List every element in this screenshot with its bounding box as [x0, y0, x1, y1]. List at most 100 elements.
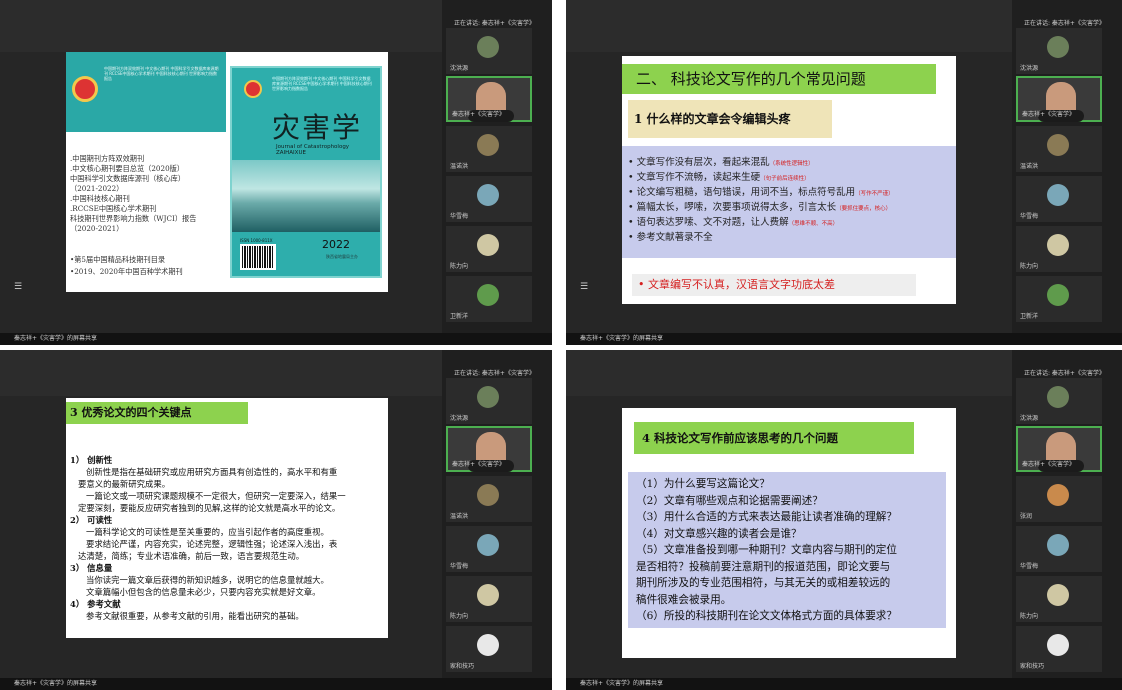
participant-tile[interactable]: 温诺洪 [446, 476, 532, 522]
bullet-text: 文章写作没有层次，看起来混乱 [636, 157, 770, 168]
issn-text: ISSN 1000-811X [240, 238, 273, 243]
shared-slide: 4 科技论文写作前应该思考的几个问题 （1）为什么要写这篇论文？ （2）文章有哪… [622, 408, 956, 658]
participant-tile[interactable]: 家和技巧 [1016, 626, 1102, 672]
menu-icon[interactable]: ☰ [14, 282, 22, 292]
index-item: （2020-2021） [70, 224, 124, 233]
participant-name: 陈力向 [450, 613, 469, 620]
bullet-note: （句子前后连续性） [760, 176, 810, 182]
participant-tile[interactable]: 华雪梅 [1016, 176, 1102, 222]
slide-title: 3 优秀论文的四个关键点 [66, 402, 248, 424]
participant-name: 家和技巧 [450, 663, 475, 670]
avatar [1047, 134, 1069, 156]
menu-icon[interactable]: ☰ [580, 282, 588, 292]
question-item: 稿件很难会被录用。 [636, 593, 732, 606]
slide-body: 1） 创新性 创新性是指在基础研究或应用研究方面具有创造性的，高水平和有重 要意义的… [70, 454, 346, 622]
section-heading: 1） 创新性 [70, 455, 113, 465]
cover-photo [232, 160, 380, 232]
participant-tile[interactable]: 沈洪源 [446, 28, 532, 74]
body-line: 要意义的最新研究成果。 [78, 479, 171, 489]
participant-name: 沈洪源 [450, 65, 469, 72]
avatar [477, 634, 499, 656]
participant-name: 华雪梅 [450, 213, 469, 220]
participant-tile[interactable]: 家和技巧 [446, 626, 532, 672]
participant-tile[interactable]: 华雪梅 [446, 176, 532, 222]
index-item: •第5届中国精品科技期刊目录 [70, 255, 166, 264]
participant-name: 华雪梅 [1020, 213, 1039, 220]
participant-tile[interactable]: 陈力向 [1016, 576, 1102, 622]
body-line: 文章篇幅小但包含的信息量未必少，只要内容充实就是好文章。 [86, 587, 321, 597]
bullet-text: 论文编写粗糙，语句错误，用词不当，标点符号乱用 [636, 187, 856, 198]
bullet-note: （思维不顺、不高） [788, 221, 839, 227]
question-item: （2）文章有哪些观点和论据需要阐述？ [636, 494, 823, 507]
question-box: （1）为什么要写这篇论文？ （2）文章有哪些观点和论据需要阐述？ （3）用什么合… [628, 472, 946, 628]
body-line: 一篇科学论文的可读性是至关重要的，应当引起作者的高度重视。 [86, 527, 329, 537]
body-line: 当你读完一篇文章后获得的新知识越多，说明它的信息量就越大。 [86, 575, 329, 585]
participant-tile-active[interactable]: 秦志祥+《灾害学》 [446, 426, 532, 472]
avatar [477, 36, 499, 58]
participant-tile[interactable]: 张润 [1016, 476, 1102, 522]
meeting-window-4: - □ × 4 科技论文写作前应该思考的几个问题 （1）为什么要写这篇论文？ （… [566, 350, 1122, 690]
participant-tile-active[interactable]: 秦志祥+《灾害学》 [446, 76, 532, 122]
avatar [477, 386, 499, 408]
participant-tile[interactable]: 温诺洪 [446, 126, 532, 172]
participant-name: 温诺洪 [1020, 163, 1039, 170]
index-item: .中文核心期刊要目总览（2020版） [70, 164, 185, 173]
participant-tile[interactable]: 陈力向 [446, 576, 532, 622]
shared-slide: 3 优秀论文的四个关键点 1） 创新性 创新性是指在基础研究或应用研究方面具有创造… [66, 398, 388, 638]
slide-title: 4 科技论文写作前应该思考的几个问题 [634, 422, 914, 454]
participant-name: 秦志祥+《灾害学》 [452, 461, 506, 468]
barcode-icon [240, 244, 276, 270]
speaking-indicator: 正在讲话: 秦志祥+《灾害学》 [1024, 370, 1105, 377]
participant-tile[interactable]: 卫新洋 [1016, 276, 1102, 322]
participant-tile-active[interactable]: 秦志祥+《灾害学》 [1016, 426, 1102, 472]
participant-tile-active[interactable]: 秦志祥+《灾害学》 [1016, 76, 1102, 122]
share-caption: 秦志祥+《灾害学》的屏幕共享 [0, 333, 552, 345]
question-item: 是否相符？投稿前要注意期刊的报道范围，即论文要与 [636, 560, 891, 573]
question-item: （3）用什么合适的方式来表达最能让读者准确的理解？ [636, 511, 897, 523]
index-list: .中国期刊方阵双效期刊 .中文核心期刊要目总览（2020版） 中国科学引文数据库… [70, 154, 196, 234]
participant-tile[interactable]: 华雪梅 [1016, 526, 1102, 572]
journal-logo-icon [72, 76, 98, 102]
participant-tile[interactable]: 沈洪源 [1016, 28, 1102, 74]
avatar [477, 484, 499, 506]
participant-name: 陈力向 [450, 263, 469, 270]
avatar [1047, 36, 1069, 58]
avatar [1047, 484, 1069, 506]
participant-name: 温诺洪 [450, 513, 469, 520]
bullet-item: • 文章写作没有层次，看起来混乱（系统性逻辑性） [628, 157, 814, 168]
participant-name: 卫新洋 [1020, 313, 1039, 320]
avatar [477, 284, 499, 306]
avatar [1047, 386, 1069, 408]
avatar [477, 134, 499, 156]
share-caption: 秦志祥+《灾害学》的屏幕共享 [566, 678, 1122, 690]
avatar [1047, 184, 1069, 206]
participant-name: 家和技巧 [1020, 663, 1045, 670]
participant-strip: 正在讲话: 秦志祥+《灾害学》 沈洪源 秦志祥+《灾害学》 温诺洪 华雪梅 陈力… [442, 0, 552, 345]
index-list-2: •第5届中国精品科技期刊目录 •2019、2020年中国百种学术期刊 [70, 254, 183, 278]
slide-subtitle: 1 什么样的文章会令编辑头疼 [628, 100, 832, 138]
bullet-item: • 文章写作不流畅，读起来生硬（句子前后连续性） [628, 172, 810, 183]
participant-name: 卫新洋 [450, 313, 469, 320]
participant-name: 秦志祥+《灾害学》 [1022, 461, 1076, 468]
participant-tile[interactable]: 沈洪源 [446, 378, 532, 424]
question-item: （1）为什么要写这篇论文？ [636, 478, 770, 490]
participant-tile[interactable]: 卫新洋 [446, 276, 532, 322]
banner-text: 中国期刊方阵双效期刊 中文核心期刊 中国科学引文数据库来源期刊 RCCSE中国核… [104, 66, 219, 81]
body-line: 参考文献很重要，从参考文献的引用，能看出研究的基础。 [86, 611, 304, 621]
question-item: （5）文章准备投到哪一种期刊？文章内容与期刊的定位 [636, 544, 897, 556]
participant-tile[interactable]: 陈力向 [446, 226, 532, 272]
participant-name: 华雪梅 [450, 563, 469, 570]
participant-tile[interactable]: 温诺洪 [1016, 126, 1102, 172]
bullet-item: • 篇幅太长，啰嗦，次要事项说得太多，引言太长（要抓住要点，核心） [628, 202, 892, 213]
participant-tile[interactable]: 华雪梅 [446, 526, 532, 572]
meeting-window-2: - □ × 二、 科技论文写作的几个常见问题 1 什么样的文章会令编辑头疼 • … [566, 0, 1122, 345]
participant-tile[interactable]: 陈力向 [1016, 226, 1102, 272]
avatar [1047, 634, 1069, 656]
journal-info-panel: 中国期刊方阵双效期刊 中文核心期刊 中国科学引文数据库来源期刊 RCCSE中国核… [66, 52, 226, 292]
participant-tile[interactable]: 沈洪源 [1016, 378, 1102, 424]
meeting-window-1: - □ × 中国期刊方阵双效期刊 中文核心期刊 中国科学引文数据库来源期刊 RC… [0, 0, 552, 345]
share-caption: 秦志祥+《灾害学》的屏幕共享 [0, 678, 552, 690]
cover-subtitle: Journal of Catastrophology ZAIHAIXUE [276, 144, 349, 156]
meeting-window-3: - □ × 3 优秀论文的四个关键点 1） 创新性创新性是指在基础研究或应用研究… [0, 350, 552, 690]
bullet-text: 文章写作不流畅，读起来生硬 [636, 172, 761, 183]
